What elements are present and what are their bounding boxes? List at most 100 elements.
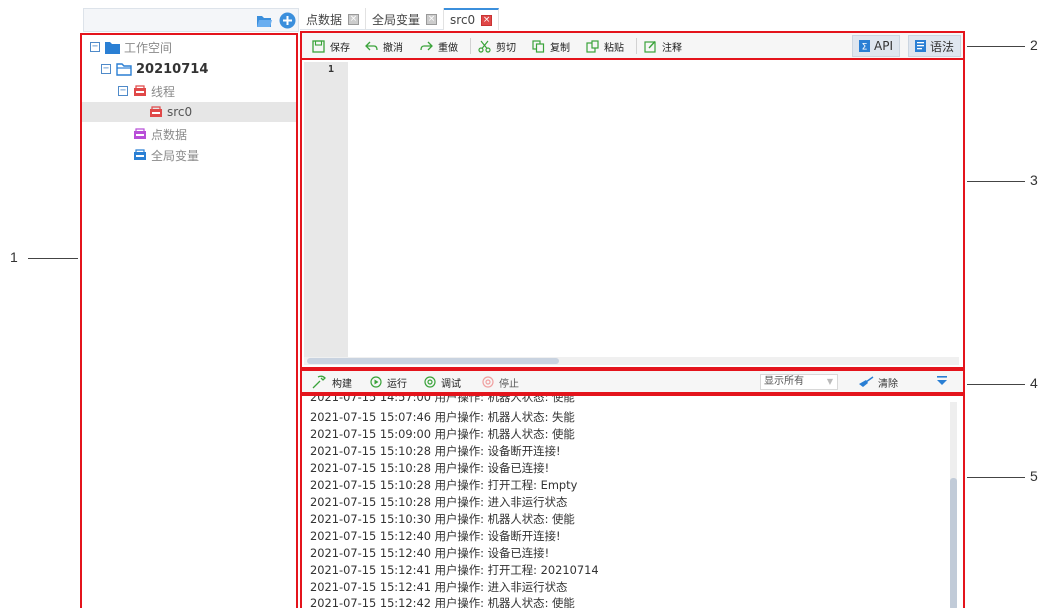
redo-button[interactable]: 重做 bbox=[420, 37, 458, 55]
cut-label: 剪切 bbox=[496, 42, 516, 54]
tree-item-src0[interactable]: src0 bbox=[82, 102, 296, 122]
copy-label: 复制 bbox=[550, 42, 570, 54]
folder-icon bbox=[105, 41, 120, 54]
callout-label-4: 4 bbox=[1030, 375, 1038, 391]
api-button[interactable]: Σ API bbox=[852, 35, 900, 57]
save-icon bbox=[312, 39, 325, 53]
comment-icon bbox=[644, 40, 656, 53]
paste-button[interactable]: 粘贴 bbox=[586, 37, 624, 55]
undo-button[interactable]: 撤消 bbox=[365, 37, 403, 55]
tab-label: src0 bbox=[450, 13, 476, 27]
callout-label-3: 3 bbox=[1030, 172, 1038, 188]
log-line: 2021-07-15 15:10:28 用户操作: 打开工程: Empty bbox=[310, 478, 578, 492]
copy-button[interactable]: 复制 bbox=[532, 37, 570, 55]
tree-header-bar bbox=[83, 8, 299, 32]
close-icon[interactable]: × bbox=[481, 14, 493, 26]
build-button[interactable]: 构建 bbox=[312, 374, 352, 390]
tree-item-label: 线程 bbox=[151, 84, 176, 99]
debug-icon bbox=[424, 376, 436, 388]
log-line: 2021-07-15 15:12:40 用户操作: 设备已连接! bbox=[310, 546, 550, 560]
run-toolbar: 构建 运行 调试 停止 显示所有 ▼ 清除 bbox=[300, 369, 965, 394]
callout-leader-line bbox=[967, 46, 1025, 47]
log-line: 2021-07-15 15:09:00 用户操作: 机器人状态: 使能 bbox=[310, 427, 575, 441]
paste-icon bbox=[586, 39, 599, 53]
redo-label: 重做 bbox=[438, 42, 458, 54]
save-button[interactable]: 保存 bbox=[312, 37, 350, 55]
editor-horizontal-scrollbar[interactable] bbox=[304, 357, 959, 365]
add-circle-icon[interactable] bbox=[279, 12, 296, 29]
syntax-label: 语法 bbox=[930, 39, 955, 54]
tree-item-label: 全局变量 bbox=[151, 148, 200, 163]
log-output-panel[interactable]: 2021-07-15 14:57:00 用户操作: 机器人状态: 使能 2021… bbox=[300, 394, 965, 608]
thread-folder-icon bbox=[134, 85, 146, 96]
global-variable-icon bbox=[134, 149, 146, 160]
toolbar-divider bbox=[470, 38, 471, 54]
comment-button[interactable]: 注释 bbox=[644, 37, 682, 55]
toolbar-divider bbox=[636, 38, 637, 54]
callout-label-2: 2 bbox=[1030, 37, 1038, 53]
api-book-icon: Σ bbox=[859, 40, 870, 52]
api-label: API bbox=[874, 39, 893, 53]
log-line: 2021-07-15 15:12:41 用户操作: 进入非运行状态 bbox=[310, 580, 568, 594]
line-number-gutter: 1 bbox=[304, 62, 348, 357]
log-line: 2021-07-15 15:12:41 用户操作: 打开工程: 20210714 bbox=[310, 563, 599, 577]
callout-leader-line bbox=[967, 477, 1025, 478]
undo-label: 撤消 bbox=[383, 42, 403, 54]
collapse-icon[interactable]: − bbox=[90, 42, 100, 52]
tree-item-label: 20210714 bbox=[136, 61, 209, 77]
close-icon[interactable]: × bbox=[426, 13, 438, 25]
copy-icon bbox=[532, 39, 545, 53]
collapse-icon[interactable]: − bbox=[101, 64, 111, 74]
run-icon bbox=[370, 376, 382, 388]
tab-global-variables[interactable]: 全局变量 × bbox=[366, 8, 445, 30]
debug-button[interactable]: 调试 bbox=[424, 374, 461, 390]
log-line: 2021-07-15 15:10:28 用户操作: 进入非运行状态 bbox=[310, 495, 568, 509]
tab-label: 全局变量 bbox=[372, 12, 421, 27]
svg-text:Σ: Σ bbox=[862, 43, 868, 53]
cut-button[interactable]: 剪切 bbox=[478, 37, 516, 55]
tab-src0[interactable]: src0 × bbox=[444, 8, 500, 30]
line-number: 1 bbox=[327, 64, 334, 75]
collapse-icon[interactable]: − bbox=[118, 86, 128, 96]
folder-open-icon[interactable] bbox=[256, 12, 273, 29]
syntax-button[interactable]: 语法 bbox=[908, 35, 962, 57]
scrollbar-thumb[interactable] bbox=[307, 358, 559, 364]
paste-label: 粘贴 bbox=[604, 42, 624, 54]
scrollbar-thumb[interactable] bbox=[950, 478, 957, 608]
broom-icon bbox=[859, 376, 874, 387]
undo-icon bbox=[365, 41, 378, 50]
tree-item-label: 工作空间 bbox=[124, 40, 173, 55]
log-line: 2021-07-15 15:10:30 用户操作: 机器人状态: 使能 bbox=[310, 512, 575, 526]
comment-label: 注释 bbox=[662, 42, 682, 54]
build-icon bbox=[312, 375, 326, 389]
filter-dropdown-icon[interactable] bbox=[936, 375, 948, 387]
callout-label-5: 5 bbox=[1030, 468, 1038, 484]
log-line: 2021-07-15 15:10:28 用户操作: 设备断开连接! bbox=[310, 444, 561, 458]
tree-item-project[interactable]: − 20210714 bbox=[101, 59, 208, 79]
save-label: 保存 bbox=[330, 42, 350, 54]
script-file-icon bbox=[150, 106, 162, 117]
code-editor[interactable]: 1 bbox=[300, 58, 965, 369]
callout-leader-line bbox=[967, 384, 1025, 385]
run-button[interactable]: 运行 bbox=[370, 374, 407, 390]
stop-label: 停止 bbox=[499, 378, 519, 390]
tree-item-threads[interactable]: − 线程 bbox=[118, 81, 175, 101]
tree-item-point-data[interactable]: 点数据 bbox=[133, 124, 187, 144]
close-icon[interactable]: × bbox=[348, 13, 360, 25]
stop-button[interactable]: 停止 bbox=[482, 374, 519, 390]
log-vertical-scrollbar[interactable] bbox=[950, 402, 957, 608]
run-label: 运行 bbox=[387, 378, 407, 390]
point-data-icon bbox=[134, 128, 146, 139]
tab-label: 点数据 bbox=[306, 12, 343, 27]
redo-icon bbox=[420, 41, 433, 50]
tree-item-workspace[interactable]: − 工作空间 bbox=[90, 37, 172, 57]
editor-tab-bar: 点数据 × 全局变量 × src0 × bbox=[300, 8, 500, 30]
edit-toolbar: 保存 撤消 重做 剪切 复制 粘贴 注释 Σ API 语法 bbox=[300, 31, 965, 60]
log-line: 2021-07-15 15:10:28 用户操作: 设备已连接! bbox=[310, 461, 550, 475]
tree-item-global-variables[interactable]: 全局变量 bbox=[133, 145, 199, 165]
log-filter-select[interactable]: 显示所有 ▼ bbox=[760, 374, 838, 390]
clear-log-button[interactable]: 清除 bbox=[858, 374, 898, 390]
tab-point-data[interactable]: 点数据 × bbox=[300, 8, 367, 30]
cut-icon bbox=[478, 40, 491, 53]
tree-item-label: 点数据 bbox=[151, 127, 188, 142]
